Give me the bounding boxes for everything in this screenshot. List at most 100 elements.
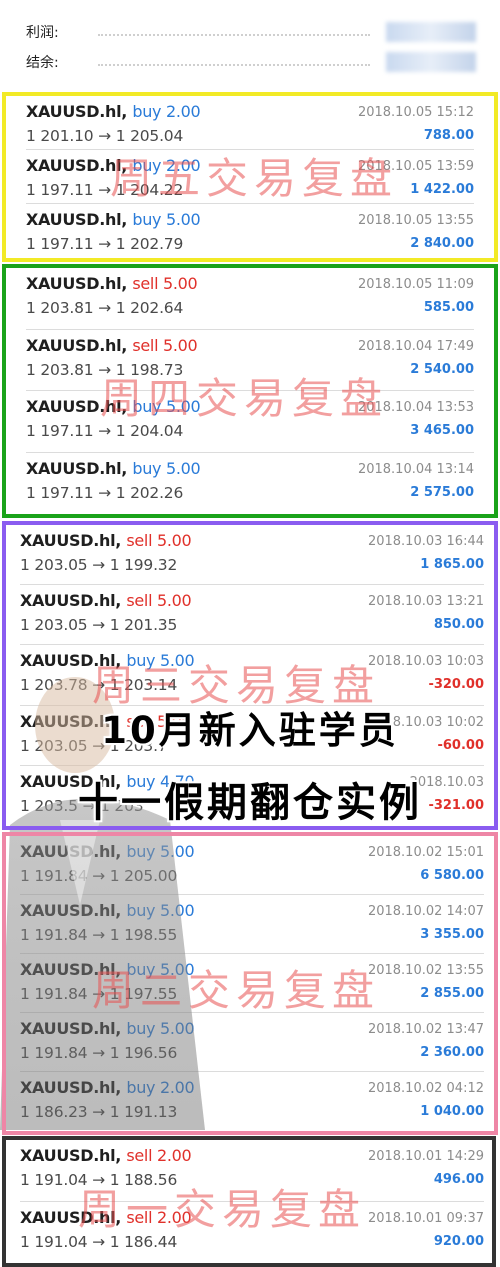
account-summary: 利润: 结余: <box>0 0 500 88</box>
open-price: 1 203.78 <box>20 676 88 695</box>
close-price: 1 202.79 <box>115 235 184 253</box>
arrow-icon: → <box>98 299 111 317</box>
symbol-text: XAUUSD.hl, <box>26 156 128 175</box>
open-price: 1 197.11 <box>26 235 94 253</box>
trade-prices: 1 197.11 → 1 202.79 <box>26 235 183 253</box>
trade-prices: 1 203.05 → 1 199.32 <box>20 556 177 574</box>
trade-prices: 1 201.10 → 1 205.04 <box>26 127 183 145</box>
trade-symbol: XAUUSD.hl, buy 2.00 <box>26 102 201 121</box>
symbol-text: XAUUSD.hl, <box>26 335 128 355</box>
trade-prices: 1 203.78 → 1 203.14 <box>20 676 177 694</box>
close-price: 1 197.55 <box>109 985 178 1003</box>
trade-symbol: XAUUSD.hl, sell 5.00 <box>26 274 198 293</box>
trade-symbol: XAUUSD.hl, buy 5.00 <box>26 458 201 478</box>
trade-row[interactable]: XAUUSD.hl, sell 5.00 1 203.05 → 1 199.32 2… <box>20 525 484 586</box>
trade-profit: 496.00 <box>433 1172 484 1187</box>
close-price: 1 204.22 <box>115 181 184 199</box>
trade-row[interactable]: XAUUSD.hl, buy 5.00 1 191.84 → 1 197.55 20… <box>20 954 484 1013</box>
banner-line-1: 10月新入驻学员 <box>101 709 399 752</box>
arrow-icon: → <box>92 1103 105 1121</box>
close-price: 1 198.55 <box>109 926 178 944</box>
trade-prices: 1 197.11 → 1 204.04 <box>26 422 183 440</box>
trade-symbol: XAUUSD.hl, sell 5.00 <box>20 531 192 550</box>
open-price: 1 191.84 <box>20 867 88 885</box>
trade-row[interactable]: XAUUSD.hl, buy 5.00 1 197.11 → 1 202.79 20… <box>26 204 474 258</box>
arrow-icon: → <box>98 235 111 253</box>
symbol-text: XAUUSD.hl, <box>26 210 128 229</box>
arrow-icon: → <box>92 1232 105 1251</box>
arrow-icon: → <box>92 1171 105 1189</box>
symbol-text: XAUUSD.hl, <box>26 102 128 121</box>
trade-side: buy 2.00 <box>126 1078 195 1097</box>
trade-row[interactable]: XAUUSD.hl, buy 2.00 1 186.23 → 1 191.13 20… <box>20 1072 484 1131</box>
trade-datetime: 2018.10.01 09:37 <box>367 1210 484 1226</box>
arrow-icon: → <box>92 556 105 574</box>
trade-row[interactable]: XAUUSD.hl, buy 5.00 1 197.11 → 1 204.04 20… <box>26 391 474 453</box>
trade-datetime: 2018.10.04 13:14 <box>357 461 474 477</box>
symbol-text: XAUUSD.hl, <box>20 591 122 611</box>
trade-profit: 2 855.00 <box>420 986 484 1001</box>
symbol-text: XAUUSD.hl, <box>20 1146 122 1165</box>
trade-prices: 1 191.84 → 1 197.55 <box>20 985 177 1003</box>
trade-row[interactable]: XAUUSD.hl, buy 5.00 1 191.84 → 1 196.56 20… <box>20 1013 484 1072</box>
trade-row[interactable]: XAUUSD.hl, sell 2.00 1 191.04 → 1 186.44 2… <box>20 1202 484 1264</box>
trade-datetime: 2018.10.04 13:53 <box>357 400 474 415</box>
trade-datetime: 2018.10.02 15:01 <box>367 845 484 860</box>
symbol-text: XAUUSD.hl, <box>20 842 122 861</box>
trade-prices: 1 203.05 → 1 201.35 <box>20 616 177 634</box>
trade-symbol: XAUUSD.hl, sell 5.00 <box>26 335 198 355</box>
profit-value-blurred <box>386 22 476 42</box>
close-price: 1 205.00 <box>109 867 178 885</box>
trade-symbol: XAUUSD.hl, buy 5.00 <box>26 397 201 416</box>
balance-value-blurred <box>386 52 476 72</box>
arrow-icon: → <box>92 985 105 1003</box>
open-price: 1 203.81 <box>26 360 94 379</box>
trade-side: buy 5.00 <box>126 960 195 979</box>
trade-datetime: 2018.10.05 11:09 <box>357 277 474 292</box>
close-price: 1 191.13 <box>109 1103 178 1121</box>
trade-row[interactable]: XAUUSD.hl, buy 5.00 1 191.84 → 1 205.00 20… <box>20 836 484 895</box>
close-price: 1 203.14 <box>109 676 178 695</box>
trade-row[interactable]: XAUUSD.hl, buy 5.00 1 197.11 → 1 202.26 20… <box>26 453 474 515</box>
trade-datetime: 2018.10.03 10:03 <box>367 654 484 670</box>
trade-symbol: XAUUSD.hl, buy 5.00 <box>20 651 195 671</box>
banner-line-2: 十一假期翻仓实例 <box>78 780 422 826</box>
trade-prices: 1 203.81 → 1 202.64 <box>26 299 183 317</box>
arrow-icon: → <box>92 676 105 695</box>
trade-symbol: XAUUSD.hl, buy 5.00 <box>20 960 195 979</box>
open-price: 1 191.04 <box>20 1171 88 1189</box>
trade-prices: 1 191.84 → 1 196.56 <box>20 1044 177 1062</box>
trade-row[interactable]: XAUUSD.hl, sell 2.00 1 191.04 → 1 188.56 2… <box>20 1140 484 1202</box>
trade-profit: 2 575.00 <box>410 484 474 500</box>
symbol-text: XAUUSD.hl, <box>20 901 122 920</box>
trade-side: buy 5.00 <box>126 901 195 920</box>
trade-row[interactable]: XAUUSD.hl, sell 5.00 1 203.81 → 1 198.73 2… <box>26 330 474 391</box>
trade-row[interactable]: XAUUSD.hl, buy 2.00 1 197.11 → 1 204.22 20… <box>26 150 474 204</box>
trade-side: sell 5.00 <box>126 531 192 550</box>
trade-side: buy 5.00 <box>132 397 201 416</box>
trade-side: buy 5.00 <box>132 458 201 478</box>
trade-row[interactable]: XAUUSD.hl, buy 5.00 1 191.84 → 1 198.55 20… <box>20 895 484 954</box>
trade-row[interactable]: XAUUSD.hl, buy 5.00 1 203.78 → 1 203.14 20… <box>20 645 484 706</box>
open-price: 1 203.05 <box>20 556 88 574</box>
open-price: 1 191.84 <box>20 985 88 1003</box>
trade-datetime: 2018.10.02 04:12 <box>367 1081 484 1096</box>
trade-datetime: 2018.10.05 13:55 <box>357 213 474 228</box>
open-price: 1 191.04 <box>20 1232 88 1251</box>
trade-row[interactable]: XAUUSD.hl, sell 5.00 1 203.81 → 1 202.64 2… <box>26 268 474 330</box>
open-price: 1 197.11 <box>26 483 94 502</box>
trade-datetime: 2018.10.01 14:29 <box>367 1149 484 1164</box>
trade-row[interactable]: XAUUSD.hl, sell 5.00 1 203.05 → 1 201.35 2… <box>20 585 484 646</box>
close-price: 1 202.64 <box>115 299 184 317</box>
trade-datetime: 2018.10.03 13:21 <box>367 594 484 610</box>
trade-side: buy 5.00 <box>126 651 195 671</box>
trade-profit: 1 422.00 <box>410 182 474 197</box>
trade-datetime: 2018.10.02 13:55 <box>367 963 484 978</box>
open-price: 1 191.84 <box>20 926 88 944</box>
trade-row[interactable]: XAUUSD.hl, buy 2.00 1 201.10 → 1 205.04 20… <box>26 96 474 150</box>
open-price: 1 203.05 <box>20 616 88 635</box>
trade-prices: 1 197.11 → 1 204.22 <box>26 181 183 199</box>
arrow-icon: → <box>92 616 105 635</box>
symbol-text: XAUUSD.hl, <box>20 531 122 550</box>
trade-profit: 585.00 <box>423 300 474 315</box>
